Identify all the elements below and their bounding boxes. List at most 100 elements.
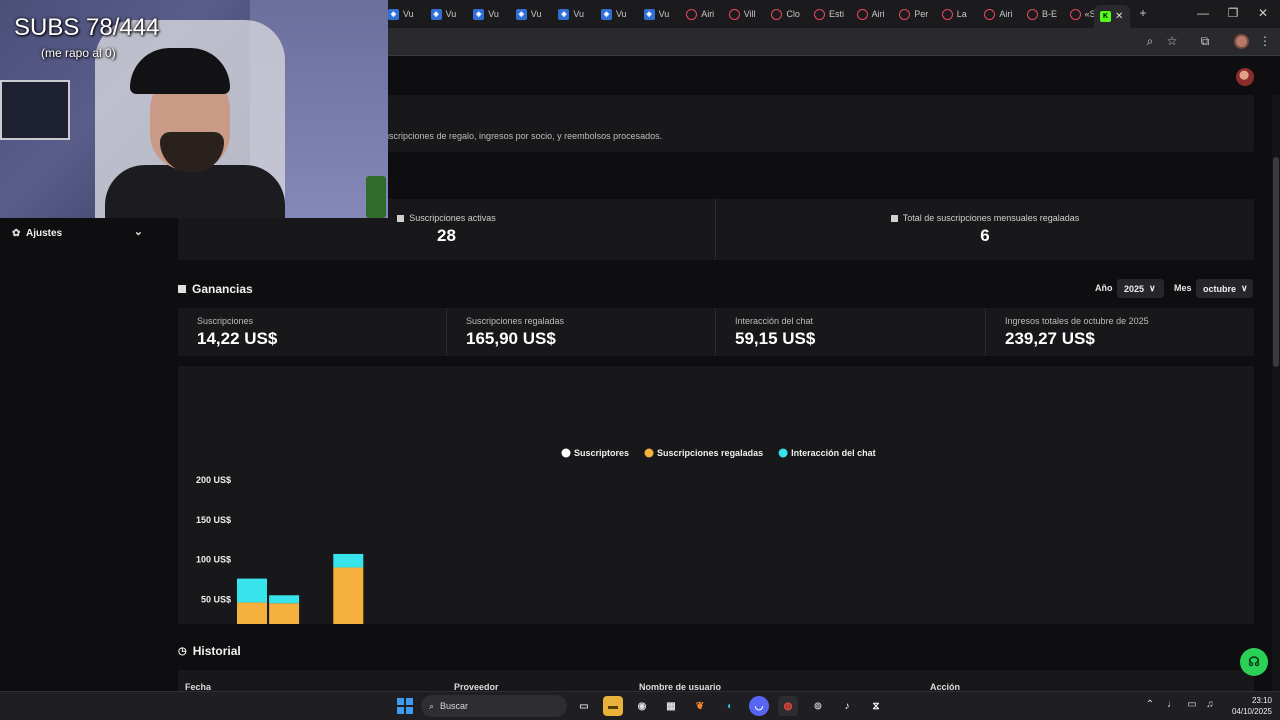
tab-title: Airi <box>701 9 715 19</box>
airbnb-icon <box>899 8 911 20</box>
tab-title: Vu <box>488 9 499 19</box>
store-icon[interactable]: ▦ <box>661 696 681 716</box>
taskbar-search[interactable]: ⌕ Buscar <box>421 695 567 717</box>
discord-icon[interactable]: ◡ <box>749 696 769 716</box>
airbnb-icon <box>856 8 868 20</box>
column-header[interactable]: Proveedor <box>454 682 499 691</box>
browser-tab[interactable]: Per <box>899 5 937 23</box>
month-select[interactable]: octubre ∨ <box>1196 279 1253 298</box>
tiktok-icon[interactable]: ♪ <box>837 696 857 716</box>
sidebar-item-settings[interactable]: ✿ Ajustes ⌄ <box>12 223 147 243</box>
browser-tab[interactable]: ◈ Vu <box>515 5 554 23</box>
app-icon[interactable]: ⊚ <box>808 696 828 716</box>
tab-title: Vu <box>530 9 542 19</box>
tab-active-kick[interactable]: K ✕ <box>1094 5 1130 28</box>
column-header[interactable]: Acción <box>930 682 960 691</box>
browser-tab[interactable]: ◈ Vu <box>558 5 596 23</box>
earnings-title: Ganancias <box>178 282 253 296</box>
month-label: Mes <box>1174 283 1192 293</box>
year-label: Año <box>1095 283 1113 293</box>
year-value: 2025 <box>1124 283 1145 294</box>
browser-tab[interactable]: ◈ Vu <box>473 5 511 23</box>
support-chat-button[interactable]: ☊ <box>1240 648 1268 676</box>
scrollbar-thumb[interactable] <box>1273 157 1279 367</box>
browser-profile-avatar[interactable] <box>1234 34 1249 49</box>
browser-tab[interactable]: B-E <box>1027 5 1065 23</box>
user-avatar[interactable] <box>1236 68 1254 86</box>
new-tab-button[interactable]: + <box>1135 6 1151 20</box>
extensions-icon[interactable]: ⧉ <box>1197 34 1213 49</box>
bar-segment <box>237 602 267 624</box>
tab-title: Vu <box>616 9 627 19</box>
browser-tab[interactable]: Airi <box>686 5 724 23</box>
windows-taskbar: ⌕ Buscar ▭ ▬ ◉ ▦ ❦ ◐ ◡ ◍ ⊚ ♪ ⧖ ⌃ ♩ ▭ ♫ 2… <box>0 691 1280 720</box>
stat-gifted-subscriptions: Total de suscripciones mensuales regalad… <box>716 199 1254 260</box>
browser-tab[interactable]: Esti <box>814 5 852 23</box>
taskbar-clock[interactable]: 23:10 04/10/2025 <box>1222 695 1272 717</box>
docs-icon: ◈ <box>388 8 399 20</box>
browser-tab[interactable]: ◈ Vu <box>643 5 682 23</box>
browser-tab[interactable]: ◈ Vu <box>430 5 469 23</box>
page-scrollbar[interactable] <box>1272 95 1280 691</box>
close-tab-icon[interactable]: ✕ <box>1115 11 1123 22</box>
column-header[interactable]: Nombre de usuario <box>639 682 721 691</box>
y-tick-label: 150 US$ <box>196 515 231 525</box>
bar-segment <box>269 595 300 604</box>
chevron-down-icon: ∨ <box>1241 283 1248 293</box>
earnings-card-label: Suscripciones <box>197 316 254 326</box>
earnings-card-value: 239,27 US$ <box>1005 329 1095 348</box>
tab-title: Vu <box>403 9 414 19</box>
file-explorer-icon[interactable]: ▬ <box>603 696 623 716</box>
earnings-card-value: 165,90 US$ <box>466 329 556 348</box>
microphone-icon[interactable]: ♩ <box>1165 699 1179 710</box>
y-tick-label: 200 US$ <box>196 475 231 485</box>
volume-icon[interactable]: ♫ <box>1203 699 1217 710</box>
stat-value: 28 <box>437 226 456 245</box>
gear-icon: ✿ <box>12 227 21 239</box>
browser-tab[interactable]: Airi <box>856 5 895 23</box>
chrome-icon[interactable]: ◍ <box>778 696 798 716</box>
browser-tab[interactable]: ◈ Vu <box>601 5 639 23</box>
minimize-button[interactable]: — <box>1195 6 1211 20</box>
clock-icon: ◷ <box>178 645 187 657</box>
column-header[interactable]: Fecha <box>185 682 211 691</box>
close-window-button[interactable]: ✕ <box>1255 6 1271 20</box>
capcut-icon[interactable]: ⧖ <box>866 696 886 716</box>
zoom-icon[interactable]: ⌕ <box>1142 34 1158 49</box>
airbnb-icon <box>984 8 996 20</box>
chart-icon <box>178 285 186 293</box>
bookmark-star-icon[interactable]: ☆ <box>1164 34 1180 48</box>
network-icon[interactable]: ▭ <box>1185 699 1199 710</box>
earnings-card-chat: Interacción del chat 59,15 US$ <box>716 308 985 356</box>
stat-label: Total de suscripciones mensuales regalad… <box>902 213 1080 223</box>
tab-title: B-E <box>1042 9 1058 19</box>
obs-icon[interactable]: ◉ <box>632 696 652 716</box>
edge-icon[interactable]: ◐ <box>720 696 740 716</box>
tab-title: Vu <box>445 9 457 19</box>
tab-title: Airi <box>999 9 1013 19</box>
year-select[interactable]: 2025 ∨ <box>1117 279 1164 298</box>
menu-kebab-icon[interactable]: ⋮ <box>1257 34 1273 48</box>
start-button[interactable] <box>397 698 413 714</box>
stat-value: 6 <box>980 226 990 245</box>
maximize-button[interactable]: ❐ <box>1225 6 1241 20</box>
legend-marker <box>561 448 571 458</box>
earnings-card-label: Ingresos totales de octubre de 2025 <box>1005 316 1149 326</box>
docs-icon: ◈ <box>558 8 570 20</box>
task-view-icon[interactable]: ▭ <box>574 696 594 716</box>
tab-title: Airi <box>871 9 885 19</box>
browser-tab[interactable]: Vill <box>728 5 767 23</box>
fl-studio-icon[interactable]: ❦ <box>690 696 710 716</box>
airbnb-icon <box>814 8 825 20</box>
browser-tab[interactable]: Clo <box>771 5 809 23</box>
earnings-title-text: Ganancias <box>192 282 253 296</box>
browser-tab[interactable]: La <box>941 5 980 23</box>
chevron-down-icon: ⌄ <box>133 226 143 238</box>
docs-icon: ◈ <box>515 8 527 20</box>
tray-chevron-up-icon[interactable]: ⌃ <box>1143 699 1157 710</box>
page-description: uscripciones de regalo, ingresos por soc… <box>384 131 663 141</box>
docs-icon: ◈ <box>643 8 655 20</box>
browser-tab[interactable]: ◈ Vu <box>388 5 426 23</box>
airbnb-icon <box>728 8 740 20</box>
browser-tab[interactable]: Airi <box>984 5 1022 23</box>
